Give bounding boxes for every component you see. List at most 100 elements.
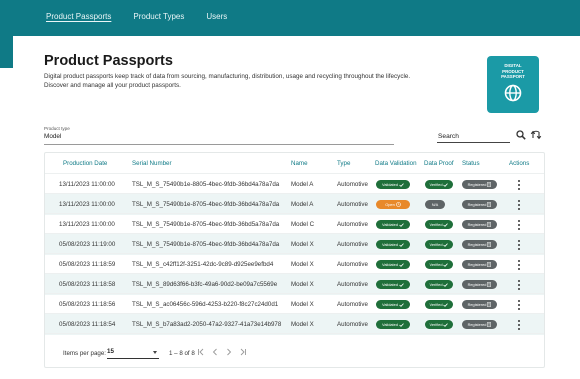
nav-product-passports[interactable]: Product Passports	[46, 12, 111, 21]
status-badge: Registered	[462, 300, 497, 309]
product-type: Automotive	[337, 301, 368, 308]
status-text: Registered	[467, 262, 487, 267]
kebab-dot	[518, 308, 520, 310]
document-icon	[487, 182, 492, 187]
data-proof-text: Verified	[429, 322, 443, 327]
kebab-dot	[518, 220, 520, 222]
more-actions-button[interactable]	[517, 319, 521, 331]
items-per-page-select[interactable]: 15	[107, 348, 159, 359]
check-icon	[399, 322, 404, 327]
status-badge: Registered	[462, 200, 497, 209]
kebab-dot	[518, 304, 520, 306]
nav-product-types[interactable]: Product Types	[133, 12, 184, 21]
table-row[interactable]: 13/11/2023 11:00:00 TSL_M_S_75490b1e-8805…	[45, 173, 544, 195]
next-page-icon[interactable]	[225, 348, 233, 356]
product-type-underline	[44, 144, 394, 145]
validation-text: Validated	[382, 322, 398, 327]
validation-badge: Validated	[376, 300, 410, 309]
table-row[interactable]: 05/08/2023 11:18:58 TSL_M_S_89d63f66-b3fc…	[45, 273, 544, 295]
refresh-icon[interactable]	[530, 130, 542, 140]
kebab-dot	[518, 180, 520, 182]
kebab-dot	[518, 224, 520, 226]
table-row[interactable]: 13/11/2023 11:00:00 TSL_M_S_75490b1e-8705…	[45, 213, 544, 235]
serial-number: TSL_M_S_75490b1e-8705-4bec-9fdb-36bd5a78…	[132, 221, 280, 228]
col-data-proof[interactable]: Data Proof	[424, 160, 454, 167]
status-badge: Registered	[462, 180, 497, 189]
status-text: Registered	[467, 282, 487, 287]
search-input[interactable]	[437, 131, 510, 143]
data-proof-badge: Verified	[425, 280, 453, 289]
last-page-icon[interactable]	[239, 348, 247, 356]
data-proof-badge: N/A	[425, 200, 445, 209]
production-date: 13/11/2023 11:00:00	[59, 181, 115, 188]
page-range: 1 – 8 of 8	[169, 350, 195, 357]
kebab-dot	[518, 280, 520, 282]
validation-text: Validated	[382, 182, 398, 187]
production-date: 05/08/2023 11:19:00	[59, 241, 116, 248]
col-data-validation[interactable]: Data Validation	[375, 160, 417, 167]
kebab-dot	[518, 320, 520, 322]
data-proof-text: Verified	[429, 222, 443, 227]
table-row[interactable]: 05/08/2023 11:18:59 TSL_M_S_c42ff12f-3251…	[45, 253, 544, 275]
check-icon	[443, 262, 449, 267]
product-name: Model X	[291, 241, 314, 248]
product-type-select[interactable]: Model	[44, 133, 61, 140]
nav-users[interactable]: Users	[206, 12, 227, 21]
production-date: 13/11/2023 11:00:00	[59, 221, 115, 228]
more-actions-button[interactable]	[517, 179, 521, 191]
data-proof-badge: Verified	[425, 300, 453, 309]
validation-text: Validated	[382, 282, 398, 287]
more-actions-button[interactable]	[517, 219, 521, 231]
col-actions: Actions	[509, 160, 530, 167]
table-row[interactable]: 05/08/2023 11:18:54 TSL_M_S_b7a83ad2-2050…	[45, 313, 544, 335]
check-icon	[399, 282, 404, 287]
prev-page-icon[interactable]	[211, 348, 219, 356]
passports-table: Production Date Serial Number Name Type …	[44, 152, 545, 368]
document-icon	[487, 222, 492, 227]
check-icon	[443, 182, 449, 187]
data-proof-text: Verified	[429, 182, 443, 187]
status-text: Registered	[467, 322, 487, 327]
status-text: Registered	[467, 182, 487, 187]
product-type: Automotive	[337, 241, 368, 248]
product-type: Automotive	[337, 261, 368, 268]
validation-text: Validated	[382, 242, 398, 247]
col-status[interactable]: Status	[462, 160, 480, 167]
production-date: 13/11/2023 11:00:00	[59, 201, 115, 208]
first-page-icon[interactable]	[197, 348, 205, 356]
validation-text: Validated	[382, 302, 398, 307]
col-name[interactable]: Name	[291, 160, 308, 167]
product-type: Automotive	[337, 321, 368, 328]
table-row[interactable]: 05/08/2023 11:18:56 TSL_M_S_ac06456c-596d…	[45, 293, 544, 315]
validation-text: Validated	[382, 222, 398, 227]
validation-badge: Validated	[376, 260, 410, 269]
validation-badge: Validated	[376, 220, 410, 229]
table-row[interactable]: 05/08/2023 11:19:00 TSL_M_S_75490b1e-8705…	[45, 233, 544, 255]
validation-badge: Validated	[376, 320, 410, 329]
document-icon	[487, 202, 492, 207]
more-actions-button[interactable]	[517, 279, 521, 291]
top-navigation-bar: Product Passports Product Types Users	[0, 0, 580, 36]
more-actions-button[interactable]	[517, 259, 521, 271]
data-proof-badge: Verified	[425, 260, 453, 269]
col-serial-number[interactable]: Serial Number	[132, 160, 172, 167]
col-type[interactable]: Type	[337, 160, 350, 167]
data-proof-badge: Verified	[425, 320, 453, 329]
more-actions-button[interactable]	[517, 239, 521, 251]
status-badge: Registered	[462, 240, 497, 249]
kebab-dot	[518, 188, 520, 190]
kebab-dot	[518, 248, 520, 250]
more-actions-button[interactable]	[517, 299, 521, 311]
table-header: Production Date Serial Number Name Type …	[45, 153, 544, 173]
validation-badge: Validated	[376, 280, 410, 289]
table-row[interactable]: 13/11/2023 11:00:00 TSL_M_S_75490b1e-8705…	[45, 193, 544, 215]
more-actions-button[interactable]	[517, 199, 521, 211]
badge-line-3: PASSPORT	[501, 74, 525, 80]
document-icon	[487, 262, 492, 267]
check-icon	[399, 262, 404, 267]
search-icon[interactable]	[516, 130, 526, 140]
col-production-date[interactable]: Production Date	[63, 160, 107, 167]
status-text: Registered	[467, 202, 487, 207]
check-icon	[399, 182, 404, 187]
production-date: 05/08/2023 11:18:58	[59, 281, 116, 288]
